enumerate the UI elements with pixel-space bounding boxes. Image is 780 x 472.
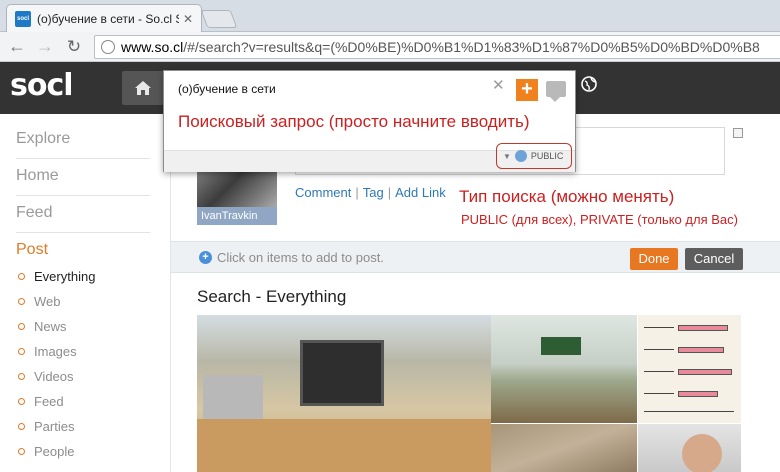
face-shape — [682, 434, 722, 472]
tab-title: (о)бучение в сети - So.cl S — [37, 11, 179, 26]
browser-toolbar: ← → ↻ www.so.cl/#/search?v=results&q=(%D… — [0, 32, 780, 62]
comment-link[interactable]: Comment — [295, 185, 351, 200]
add-items-hint-text: Click on items to add to post. — [217, 250, 384, 265]
desk-shape — [197, 419, 491, 472]
result-image-classroom[interactable] — [197, 315, 491, 472]
new-tab-button[interactable] — [200, 10, 238, 28]
left-sidebar: Explore Home Feed Post Everything Web Ne… — [0, 114, 170, 472]
monitor-shape — [300, 340, 384, 406]
socl-favicon-icon: socl — [15, 10, 31, 27]
back-arrow-icon[interactable]: ← — [6, 36, 28, 57]
bar-shape — [678, 325, 728, 331]
bar-shape — [678, 391, 718, 397]
filter-label: Parties — [34, 419, 75, 434]
filter-parties[interactable]: Parties — [18, 419, 74, 434]
socl-logo[interactable]: socl — [10, 68, 74, 103]
result-image-sand-drawing[interactable] — [491, 424, 637, 472]
text-line — [644, 349, 674, 350]
result-image-chart-page[interactable] — [638, 315, 741, 423]
bar-shape — [678, 347, 724, 353]
add-items-hint: + Click on items to add to post. — [199, 250, 384, 265]
sidebar-item-post[interactable]: Post — [16, 241, 150, 259]
search-type-annotation-subtitle: PUBLIC (для всех), PRIVATE (только для В… — [461, 212, 738, 227]
result-image-person[interactable] — [638, 424, 741, 472]
text-line — [644, 393, 674, 394]
url-text: www.so.cl/#/search?v=results&q=(%D0%BE)%… — [121, 39, 760, 55]
bullet-icon — [18, 298, 25, 305]
filter-people[interactable]: People — [18, 444, 74, 459]
sidebar-item-home[interactable]: Home — [16, 167, 150, 185]
filter-label: Images — [34, 344, 77, 359]
close-icon[interactable]: ✕ — [492, 76, 505, 94]
action-separator: | — [387, 185, 392, 200]
globe-icon[interactable] — [578, 76, 600, 98]
bullet-icon — [18, 273, 25, 280]
forward-arrow-icon[interactable]: → — [34, 36, 56, 57]
bullet-icon — [18, 373, 25, 380]
sidebar-item-explore[interactable]: Explore — [16, 130, 150, 148]
action-separator: | — [355, 185, 359, 200]
search-type-annotation-title: Тип поиска (можно менять) — [459, 187, 675, 206]
filter-label: People — [34, 444, 75, 459]
address-bar[interactable]: www.so.cl/#/search?v=results&q=(%D0%BE)%… — [94, 35, 780, 59]
done-button[interactable]: Done — [630, 248, 678, 270]
plus-circle-icon: + — [199, 251, 212, 264]
sidebar-divider — [16, 195, 150, 196]
filter-label: Web — [34, 294, 61, 309]
filter-everything[interactable]: Everything — [18, 269, 95, 284]
filter-label: Videos — [34, 369, 74, 384]
tab-close-icon[interactable]: ✕ — [183, 12, 193, 26]
url-path: /#/search?v=results&q=(%D0%BE)%D0%B1%D1%… — [183, 39, 760, 55]
filter-feed[interactable]: Feed — [18, 394, 64, 409]
filter-label: Feed — [34, 394, 64, 409]
bullet-icon — [18, 348, 25, 355]
sidebar-item-feed[interactable]: Feed — [16, 204, 150, 222]
globe-icon — [514, 150, 527, 162]
home-button[interactable] — [122, 71, 164, 105]
bullet-icon — [18, 423, 25, 430]
blackboard-shape — [541, 337, 581, 355]
sidebar-divider — [16, 158, 150, 159]
text-line — [644, 327, 674, 328]
result-image-computer-lab[interactable] — [491, 315, 637, 423]
search-query-input[interactable]: (о)бучение в сети — [178, 82, 276, 96]
page-icon — [101, 40, 115, 54]
chair-shape — [203, 375, 263, 425]
filter-web[interactable]: Web — [18, 294, 61, 309]
search-popup: (о)бучение в сети ✕ + Поисковый запрос (… — [163, 70, 576, 172]
compose-options-icon[interactable] — [733, 128, 743, 138]
reload-icon[interactable]: ↻ — [62, 37, 86, 57]
home-icon — [135, 81, 151, 95]
bullet-icon — [18, 448, 25, 455]
browser-tab-strip: socl (о)бучение в сети - So.cl S ✕ — [0, 0, 780, 32]
add-items-bar: + Click on items to add to post. Done Ca… — [171, 241, 780, 273]
tag-link[interactable]: Tag — [363, 185, 384, 200]
url-host: www.so.cl — [121, 39, 184, 55]
text-line — [644, 371, 674, 372]
filter-label: Everything — [34, 269, 96, 284]
browser-tab[interactable]: socl (о)бучение в сети - So.cl S ✕ — [6, 4, 202, 32]
filter-images[interactable]: Images — [18, 344, 77, 359]
filter-videos[interactable]: Videos — [18, 369, 74, 384]
chat-bubble-icon[interactable] — [546, 81, 566, 102]
visibility-selector[interactable]: ▼ PUBLIC — [496, 143, 572, 169]
visibility-label: PUBLIC — [530, 151, 564, 161]
profile-name[interactable]: IvanTravkin — [197, 207, 277, 225]
filter-label: News — [34, 319, 67, 334]
bullet-icon — [18, 398, 25, 405]
text-line — [644, 411, 734, 412]
search-query-annotation: Поисковый запрос (просто начните вводить… — [178, 112, 530, 131]
cancel-button[interactable]: Cancel — [685, 248, 743, 270]
add-post-button[interactable]: + — [516, 79, 538, 101]
add-link-link[interactable]: Add Link — [395, 185, 446, 200]
sidebar-divider — [16, 232, 150, 233]
filter-news[interactable]: News — [18, 319, 67, 334]
dropdown-caret-icon: ▼ — [503, 151, 511, 161]
post-actions: Comment | Tag | Add Link — [295, 185, 446, 200]
bar-shape — [678, 369, 732, 375]
bullet-icon — [18, 323, 25, 330]
results-title: Search - Everything — [197, 287, 347, 306]
